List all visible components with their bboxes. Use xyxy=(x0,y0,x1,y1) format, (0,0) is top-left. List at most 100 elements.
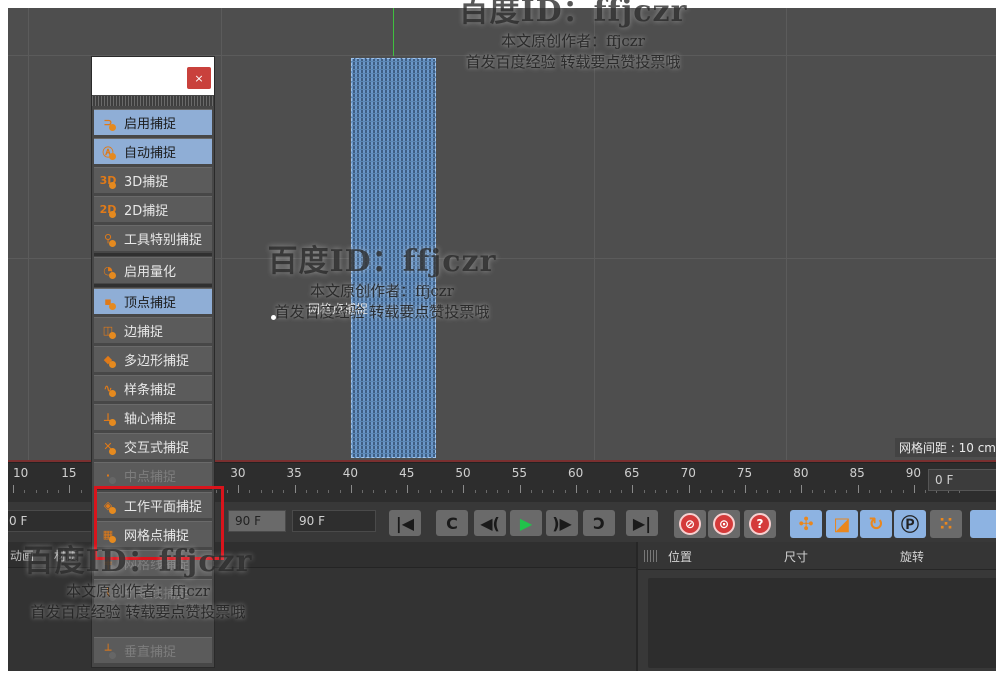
snap-menu-item-label: 多边形捕捉 xyxy=(124,354,190,369)
timeline-minor-tick xyxy=(654,490,656,493)
move-icon: ✣ xyxy=(798,513,814,535)
timeline-tick xyxy=(407,485,409,493)
auto-key-button[interactable]: ⊙ xyxy=(708,510,740,538)
timeline-minor-tick xyxy=(418,490,420,493)
menu-separator xyxy=(94,284,212,287)
watermark-bottom: 百度ID：ffjczr 本文原创作者：ffjczr 首发百度经验 转载要点赞投票… xyxy=(0,530,282,628)
timeline-tick xyxy=(238,485,240,493)
palette-title-bar[interactable]: × xyxy=(92,57,214,95)
edge-snap-icon: ◫ xyxy=(100,323,116,339)
tool-snap-icon: ⚲ xyxy=(100,231,116,247)
snap-menu-item[interactable]: ✕ 交互式捕捉 xyxy=(94,433,212,459)
watermark-author: 本文原创作者：ffjczr xyxy=(66,582,210,600)
timeline-tick-label: 70 xyxy=(680,466,696,480)
snap-menu-item[interactable]: ◫ 边捕捉 xyxy=(94,317,212,343)
end-preview-field[interactable]: 90 F xyxy=(228,510,286,532)
end-frame-field[interactable]: 90 F xyxy=(292,510,376,532)
start-frame-field[interactable]: 0 F xyxy=(8,510,92,532)
snap-menu-item-label: 垂直捕捉 xyxy=(124,645,177,660)
timeline-minor-tick xyxy=(485,490,487,493)
move-key-button[interactable]: ✣ xyxy=(790,510,822,538)
timeline-minor-tick xyxy=(789,490,791,493)
snap-menu-item[interactable]: ┴ 垂直捕捉 xyxy=(94,637,212,663)
snap-menu-item[interactable]: ◆ 多边形捕捉 xyxy=(94,346,212,372)
next-key-button[interactable]: Ↄ xyxy=(583,510,615,536)
prev-key-button[interactable]: C xyxy=(436,510,468,536)
timeline-minor-tick xyxy=(305,490,307,493)
go-to-end-button[interactable]: ▶| xyxy=(626,510,658,536)
snap-menu-item[interactable]: ⊥ 轴心捕捉 xyxy=(94,404,212,430)
watermark-id: 百度ID：ffjczr xyxy=(458,0,688,29)
step-forward-icon: )▶ xyxy=(552,513,572,533)
next-key-icon: Ↄ xyxy=(593,513,605,533)
skip-back-icon: |◀ xyxy=(395,513,415,533)
snap-menu-item-label: 中点捕捉 xyxy=(124,470,177,485)
key-help-button[interactable]: ? xyxy=(744,510,776,538)
coordinates-fields xyxy=(648,578,996,668)
snap-menu-item[interactable]: ∿ 样条捕捉 xyxy=(94,375,212,401)
more-button[interactable] xyxy=(970,510,996,538)
timeline-minor-tick xyxy=(35,490,37,493)
snap-menu-item[interactable]: 2D 2D捕捉 xyxy=(94,196,212,222)
grid-line xyxy=(786,8,787,462)
prev-key-icon: C xyxy=(446,513,458,533)
panel-grip-icon[interactable] xyxy=(644,550,658,562)
record-button[interactable]: ⊘ xyxy=(674,510,706,538)
palette-drag-handle[interactable] xyxy=(92,96,214,106)
step-back-button[interactable]: ◀( xyxy=(474,510,506,536)
column-size: 尺寸 xyxy=(784,550,809,564)
close-button[interactable]: × xyxy=(187,67,211,89)
timeline-minor-tick xyxy=(621,490,623,493)
step-forward-button[interactable]: )▶ xyxy=(546,510,578,536)
grid-line xyxy=(594,8,595,462)
go-to-start-button[interactable]: |◀ xyxy=(389,510,421,536)
snap-menu-item-label: 样条捕捉 xyxy=(124,383,177,398)
snap-menu-item[interactable]: Ⓐ 自动捕捉 xyxy=(94,138,212,164)
timeline-tick-label: 85 xyxy=(849,466,865,480)
timeline-tick xyxy=(576,485,577,493)
timeline-tick xyxy=(744,485,746,493)
snap-3d-icon: 3D xyxy=(99,174,117,189)
y-axis-line xyxy=(393,8,394,56)
watermark-slogan: 首发百度经验 转载要点赞投票哦 xyxy=(30,603,246,621)
timeline-minor-tick xyxy=(24,490,26,493)
timeline-minor-tick xyxy=(823,490,825,493)
snap-menu-item-label: 启用量化 xyxy=(124,265,177,280)
current-frame-field[interactable]: 0 F xyxy=(928,469,996,491)
grid-line xyxy=(221,8,222,462)
snap-menu-item[interactable]: ◔ 启用量化 xyxy=(94,257,212,283)
timeline-minor-tick xyxy=(542,490,544,493)
timeline-minor-tick xyxy=(429,490,431,493)
rotate-key-button[interactable]: ↻ xyxy=(860,510,892,538)
snap-2d-icon: 2D xyxy=(99,203,117,218)
timeline-minor-tick xyxy=(699,490,701,493)
snap-menu-item[interactable]: ▪ 顶点捕捉 xyxy=(94,288,212,314)
timeline-minor-tick xyxy=(283,490,285,493)
timeline-minor-tick xyxy=(711,490,713,493)
snap-menu-item[interactable]: 3D 3D捕捉 xyxy=(94,167,212,193)
snap-menu-item[interactable]: ⊃ 启用捕捉 xyxy=(94,109,212,135)
param-key-button[interactable]: Ⓟ xyxy=(894,510,926,538)
play-button[interactable]: ▶ xyxy=(510,510,542,536)
column-position: 位置 xyxy=(668,550,693,564)
watermark-slogan: 首发百度经验 转载要点赞投票哦 xyxy=(274,303,490,321)
timeline-minor-tick xyxy=(80,490,82,493)
snap-menu-item[interactable]: · 中点捕捉 xyxy=(94,462,212,488)
watermark-author: 本文原创作者：ffjczr xyxy=(501,32,645,50)
scale-icon: ◪ xyxy=(833,513,851,535)
timeline-minor-tick xyxy=(902,490,904,493)
point-level-button[interactable]: ⁙ xyxy=(930,510,962,538)
snap-menu-item[interactable]: ⚲ 工具特别捕捉 xyxy=(94,225,212,251)
scale-key-button[interactable]: ◪ xyxy=(826,510,858,538)
timeline-tick-label: 40 xyxy=(342,466,359,480)
timeline-minor-tick xyxy=(587,490,589,493)
timeline-tick xyxy=(294,485,296,493)
timeline-minor-tick xyxy=(362,490,364,493)
timeline-minor-tick xyxy=(564,490,566,493)
timeline-minor-tick xyxy=(474,490,476,493)
magnet-icon: ⊃ xyxy=(100,115,116,131)
grid-spacing-label: 网格间距 : 10 cm xyxy=(894,438,996,457)
watermark-id: 百度ID：ffjczr xyxy=(267,244,497,279)
timeline-minor-tick xyxy=(834,490,836,493)
timeline-minor-tick xyxy=(643,490,645,493)
